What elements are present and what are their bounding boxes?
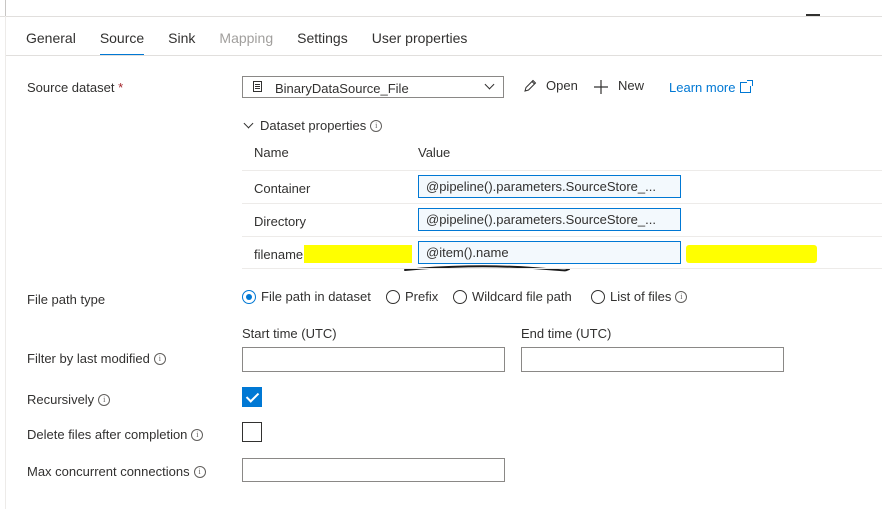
panel-left-edge bbox=[5, 16, 6, 509]
recursively-label: Recursively i bbox=[27, 392, 111, 407]
start-time-label: Start time (UTC) bbox=[242, 326, 337, 341]
plus-icon[interactable] bbox=[594, 80, 608, 94]
filename-value-field[interactable]: @item().name bbox=[418, 241, 681, 264]
row-divider bbox=[242, 236, 882, 237]
info-icon: i bbox=[193, 466, 206, 478]
tab-user-properties[interactable]: User properties bbox=[360, 22, 480, 56]
row-name-container: Container bbox=[254, 181, 311, 196]
chevron-down-icon bbox=[243, 118, 254, 129]
learn-more-link[interactable]: Learn more bbox=[669, 80, 754, 95]
tab-general[interactable]: General bbox=[14, 22, 88, 56]
radio-icon bbox=[386, 290, 400, 304]
tab-sink[interactable]: Sink bbox=[156, 22, 207, 56]
info-icon: i bbox=[153, 353, 166, 365]
tab-mapping: Mapping bbox=[219, 30, 274, 46]
dataset-icon bbox=[253, 81, 262, 92]
row-name-directory: Directory bbox=[254, 214, 307, 229]
info-icon: i bbox=[370, 120, 383, 132]
required-mark: * bbox=[118, 80, 124, 95]
row-divider bbox=[242, 170, 882, 171]
info-icon: i bbox=[675, 291, 688, 303]
chevron-down-icon bbox=[484, 79, 495, 90]
file-path-type-label: File path type bbox=[27, 292, 106, 307]
column-header-name: Name bbox=[254, 145, 289, 160]
radio-icon bbox=[591, 290, 605, 304]
radio-selected-icon bbox=[242, 290, 256, 304]
radio-list-of-files[interactable]: List of files i bbox=[591, 289, 688, 304]
radio-icon bbox=[453, 290, 467, 304]
tab-settings[interactable]: Settings bbox=[285, 22, 360, 56]
source-dataset-value: BinaryDataSource_File bbox=[275, 81, 409, 96]
row-divider bbox=[242, 268, 882, 269]
delete-files-checkbox[interactable] bbox=[242, 422, 262, 442]
highlight-mark bbox=[304, 245, 412, 263]
column-header-value: Value bbox=[418, 145, 451, 160]
filter-last-modified-label: Filter by last modified i bbox=[27, 351, 166, 366]
info-icon: i bbox=[191, 429, 204, 441]
row-name-filename: filename bbox=[254, 247, 304, 262]
tab-source[interactable]: Source bbox=[88, 22, 156, 56]
radio-prefix[interactable]: Prefix bbox=[386, 289, 438, 304]
end-time-input[interactable] bbox=[521, 347, 784, 372]
end-time-label: End time (UTC) bbox=[521, 326, 612, 341]
highlight-mark bbox=[686, 245, 817, 263]
delete-files-label: Delete files after completion i bbox=[27, 427, 204, 442]
container-value-field[interactable]: @pipeline().parameters.SourceStore_... bbox=[418, 175, 681, 198]
source-dataset-label: Source dataset * bbox=[27, 80, 124, 95]
pencil-icon[interactable] bbox=[523, 79, 537, 93]
top-bar bbox=[0, 0, 882, 17]
new-button[interactable]: New bbox=[618, 78, 644, 93]
radio-wildcard-file-path[interactable]: Wildcard file path bbox=[453, 289, 572, 304]
tab-divider bbox=[6, 55, 882, 56]
panel-left-border bbox=[5, 0, 6, 16]
start-time-input[interactable] bbox=[242, 347, 505, 372]
directory-value-field[interactable]: @pipeline().parameters.SourceStore_... bbox=[418, 208, 681, 231]
source-dataset-dropdown[interactable]: BinaryDataSource_File bbox=[242, 76, 504, 98]
max-connections-input[interactable] bbox=[242, 458, 505, 482]
row-divider bbox=[242, 203, 882, 204]
open-button[interactable]: Open bbox=[546, 78, 578, 93]
info-icon: i bbox=[98, 394, 111, 406]
dataset-properties-toggle[interactable]: Dataset properties i bbox=[243, 118, 383, 133]
external-link-icon bbox=[740, 80, 754, 93]
radio-file-path-in-dataset[interactable]: File path in dataset bbox=[242, 289, 371, 304]
max-connections-label: Max concurrent connections i bbox=[27, 464, 206, 479]
minimize-icon[interactable] bbox=[806, 14, 820, 16]
recursively-checkbox[interactable] bbox=[242, 387, 262, 407]
tab-bar: General Source Sink Mapping Settings Use… bbox=[14, 22, 479, 56]
